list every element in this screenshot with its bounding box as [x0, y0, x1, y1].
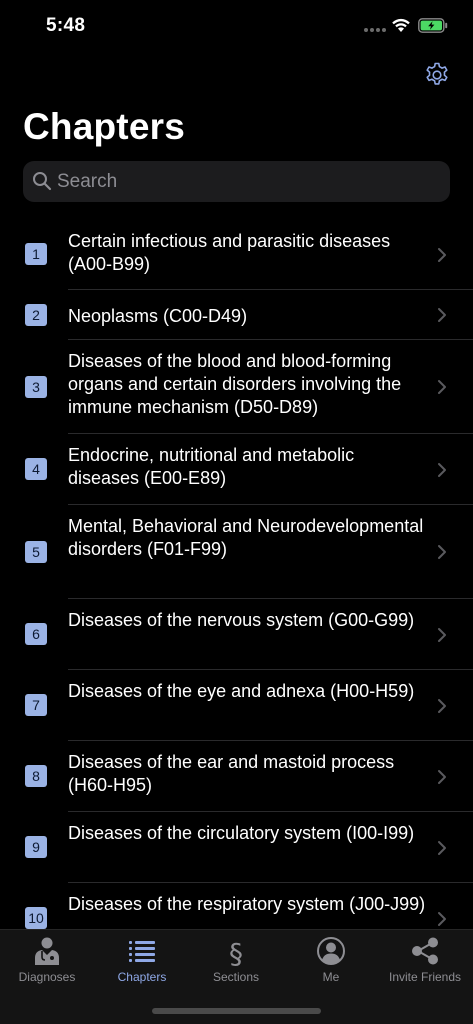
- tab-sections[interactable]: § Sections: [189, 930, 283, 990]
- chapter-title: Diseases of the circulatory system (I00-…: [68, 823, 415, 843]
- chevron-right-icon: [438, 699, 446, 713]
- doctor-icon: [35, 937, 59, 965]
- chapter-row-9[interactable]: 9 Diseases of the circulatory system (I0…: [0, 812, 473, 883]
- tab-diagnoses[interactable]: Diagnoses: [0, 930, 94, 990]
- chevron-right-icon: [438, 308, 446, 322]
- tab-label: Diagnoses: [18, 970, 76, 984]
- tab-chapters[interactable]: Chapters: [95, 930, 189, 990]
- page-title: Chapters: [23, 106, 185, 147]
- chevron-right-icon: [438, 380, 446, 394]
- chapter-title: Diseases of the blood and blood-forming …: [68, 351, 402, 417]
- chapter-row-4[interactable]: 4 Endocrine, nutritional and metabolic d…: [0, 434, 473, 505]
- status-time: 5:48: [46, 15, 86, 36]
- chapter-list: 1 Certain infectious and parasitic disea…: [0, 219, 473, 929]
- chapter-number-badge: 6: [25, 623, 47, 645]
- chapter-number-badge: 8: [25, 765, 47, 787]
- chapter-number-badge: 9: [25, 836, 47, 858]
- chapter-title: Certain infectious and parasitic disease…: [68, 231, 391, 274]
- chapter-row-3[interactable]: 3 Diseases of the blood and blood-formin…: [0, 340, 473, 434]
- tab-me[interactable]: Me: [284, 930, 378, 990]
- battery-icon: [418, 18, 448, 33]
- chapter-row-6[interactable]: 6 Diseases of the nervous system (G00-G9…: [0, 599, 473, 670]
- chapter-row-7[interactable]: 7 Diseases of the eye and adnexa (H00-H5…: [0, 670, 473, 741]
- signal-icon: [364, 28, 386, 32]
- wifi-icon: [392, 18, 410, 32]
- home-indicator: [152, 1008, 321, 1014]
- chapter-number-badge: 5: [25, 541, 47, 563]
- chapter-number-badge: 4: [25, 458, 47, 480]
- tab-label: Sections: [212, 970, 260, 984]
- chevron-right-icon: [438, 545, 446, 559]
- list-icon: [129, 941, 155, 962]
- chapter-number-badge: 1: [25, 243, 47, 265]
- chapter-title: Neoplasms (C00-D49): [68, 306, 248, 326]
- tab-label: Invite Friends: [388, 970, 462, 984]
- share-icon: [412, 937, 438, 965]
- chapter-number-badge: 7: [25, 694, 47, 716]
- person-icon: [317, 937, 345, 965]
- search-bar[interactable]: [23, 161, 450, 202]
- chapter-title: Diseases of the respiratory system (J00-…: [68, 894, 426, 914]
- chevron-right-icon: [438, 248, 446, 262]
- chevron-right-icon: [438, 841, 446, 855]
- svg-text:§: §: [229, 937, 243, 968]
- settings-gear-icon[interactable]: [423, 61, 451, 89]
- status-bar: 5:48: [0, 0, 473, 54]
- tab-label: Chapters: [117, 970, 167, 984]
- chapter-title: Endocrine, nutritional and metabolic dis…: [68, 445, 355, 488]
- chapter-number-badge: 3: [25, 376, 47, 398]
- chevron-right-icon: [438, 770, 446, 784]
- chevron-right-icon: [438, 628, 446, 642]
- chapter-row-10[interactable]: 10 Diseases of the respiratory system (J…: [0, 883, 473, 929]
- tab-invite-friends[interactable]: Invite Friends: [378, 930, 472, 990]
- chapter-row-5[interactable]: 5 Mental, Behavioral and Neurodevelopmen…: [0, 505, 473, 599]
- section-icon: §: [229, 937, 243, 968]
- app-screen: 5:48 Chapters 1: [0, 0, 473, 1024]
- chevron-right-icon: [438, 463, 446, 477]
- chapter-title: Mental, Behavioral and Neurodevelopmenta…: [68, 516, 424, 559]
- search-icon: [33, 172, 52, 191]
- chapter-number-badge: 10: [25, 907, 47, 929]
- chapter-row-1[interactable]: 1 Certain infectious and parasitic disea…: [0, 219, 473, 290]
- chapter-row-2[interactable]: 2 Neoplasms (C00-D49): [0, 290, 473, 340]
- chapter-title: Diseases of the eye and adnexa (H00-H59): [68, 681, 415, 701]
- chapter-title: Diseases of the nervous system (G00-G99): [68, 610, 415, 630]
- search-input[interactable]: [57, 161, 437, 202]
- chapter-title: Diseases of the ear and mastoid process …: [68, 752, 395, 795]
- chapter-row-8[interactable]: 8 Diseases of the ear and mastoid proces…: [0, 741, 473, 812]
- chevron-right-icon: [438, 912, 446, 926]
- tab-label: Me: [322, 970, 340, 984]
- chapter-number-badge: 2: [25, 304, 47, 326]
